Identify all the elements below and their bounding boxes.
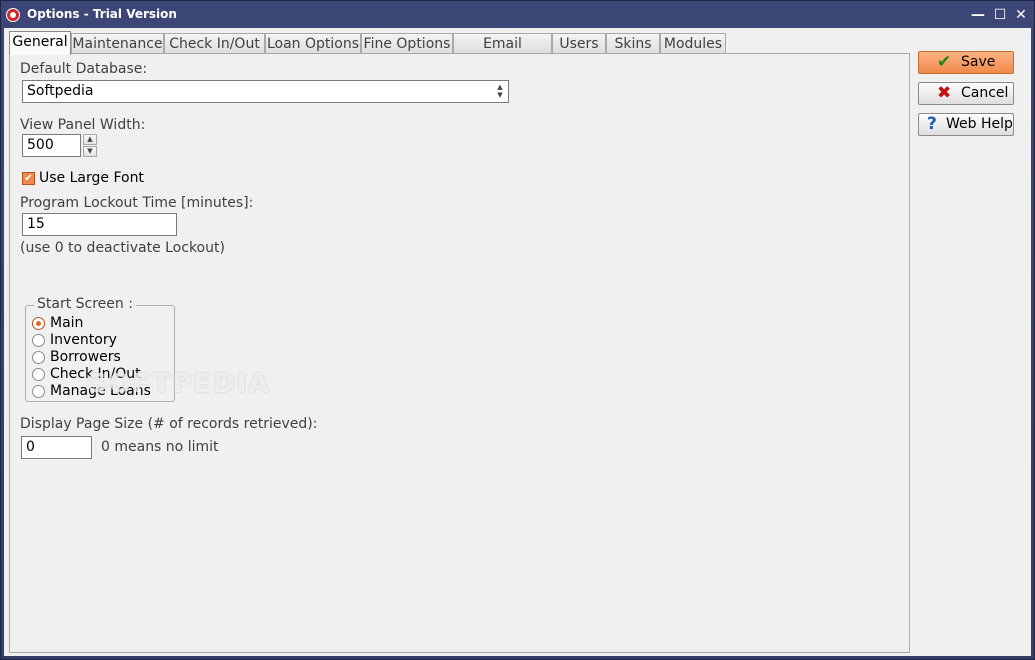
tab-loan-options[interactable]: Loan Options: [265, 33, 361, 54]
tab-check-in-out[interactable]: Check In/Out: [164, 33, 265, 54]
radio-icon[interactable]: [32, 334, 45, 347]
lockout-time-input[interactable]: 15: [22, 213, 177, 236]
tab-maintenance[interactable]: Maintenance: [71, 33, 164, 54]
default-database-label: Default Database:: [20, 61, 148, 77]
radio-label: Main: [50, 315, 84, 331]
help-question-icon: ?: [927, 114, 937, 134]
radio-selected-icon[interactable]: [32, 317, 45, 330]
spin-down-icon[interactable]: ▼: [83, 146, 97, 157]
start-screen-title: Start Screen :: [34, 296, 136, 312]
tab-modules[interactable]: Modules: [660, 33, 726, 54]
radio-icon[interactable]: [32, 351, 45, 364]
close-x-icon: ✖: [937, 83, 952, 103]
page-size-input[interactable]: 0: [21, 436, 92, 459]
large-font-label: Use Large Font: [39, 170, 144, 186]
minimize-button[interactable]: —: [968, 5, 988, 25]
tab-email-options[interactable]: Email Options: [453, 33, 552, 72]
view-panel-width-label: View Panel Width:: [20, 117, 146, 133]
large-font-checkbox[interactable]: ✔: [22, 172, 35, 185]
save-button[interactable]: ✔ Save: [918, 51, 1014, 74]
dialog-client: General Maintenance Check In/Out Loan Op…: [4, 28, 1031, 656]
tab-general[interactable]: General: [9, 31, 71, 55]
page-size-hint: 0 means no limit: [101, 439, 219, 455]
tab-fine-options[interactable]: Fine Options: [361, 33, 453, 54]
radio-label: Borrowers: [50, 349, 121, 365]
save-button-label: Save: [961, 54, 996, 70]
cancel-button[interactable]: ✖ Cancel: [918, 82, 1014, 105]
view-panel-width-input[interactable]: 500: [22, 134, 81, 157]
checkmark-icon: ✔: [937, 52, 952, 72]
maximize-button[interactable]: ☐: [990, 5, 1010, 25]
spin-up-icon[interactable]: ▲: [83, 134, 97, 145]
app-icon: [6, 8, 20, 22]
lockout-time-label: Program Lockout Time [minutes]:: [20, 195, 254, 211]
page-size-label: Display Page Size (# of records retrieve…: [20, 416, 318, 432]
window-title: Options - Trial Version: [27, 7, 177, 21]
view-panel-width-spinner[interactable]: ▲ ▼: [83, 134, 97, 158]
lockout-hint: (use 0 to deactivate Lockout): [20, 240, 225, 256]
cancel-button-label: Cancel: [961, 85, 1009, 101]
close-button[interactable]: ✕: [1011, 5, 1031, 25]
options-window: Options - Trial Version — ☐ ✕ General Ma…: [0, 0, 1035, 660]
tab-users[interactable]: Users: [552, 33, 606, 54]
web-help-button-label: Web Help: [946, 116, 1013, 132]
watermark: SOFTPEDIA: [88, 369, 271, 399]
dropdown-arrow-icon[interactable]: ▲ ▼: [492, 81, 508, 102]
title-bar[interactable]: Options - Trial Version — ☐ ✕: [1, 1, 1034, 28]
default-database-value: Softpedia: [27, 83, 94, 99]
radio-icon[interactable]: [32, 385, 45, 398]
radio-icon[interactable]: [32, 368, 45, 381]
web-help-button[interactable]: ? Web Help: [918, 113, 1014, 136]
tab-skins[interactable]: Skins: [606, 33, 660, 54]
general-panel: Default Database: Softpedia ▲ ▼ View Pane…: [9, 53, 910, 653]
default-database-select[interactable]: Softpedia ▲ ▼: [22, 80, 509, 103]
radio-label: Inventory: [50, 332, 117, 348]
